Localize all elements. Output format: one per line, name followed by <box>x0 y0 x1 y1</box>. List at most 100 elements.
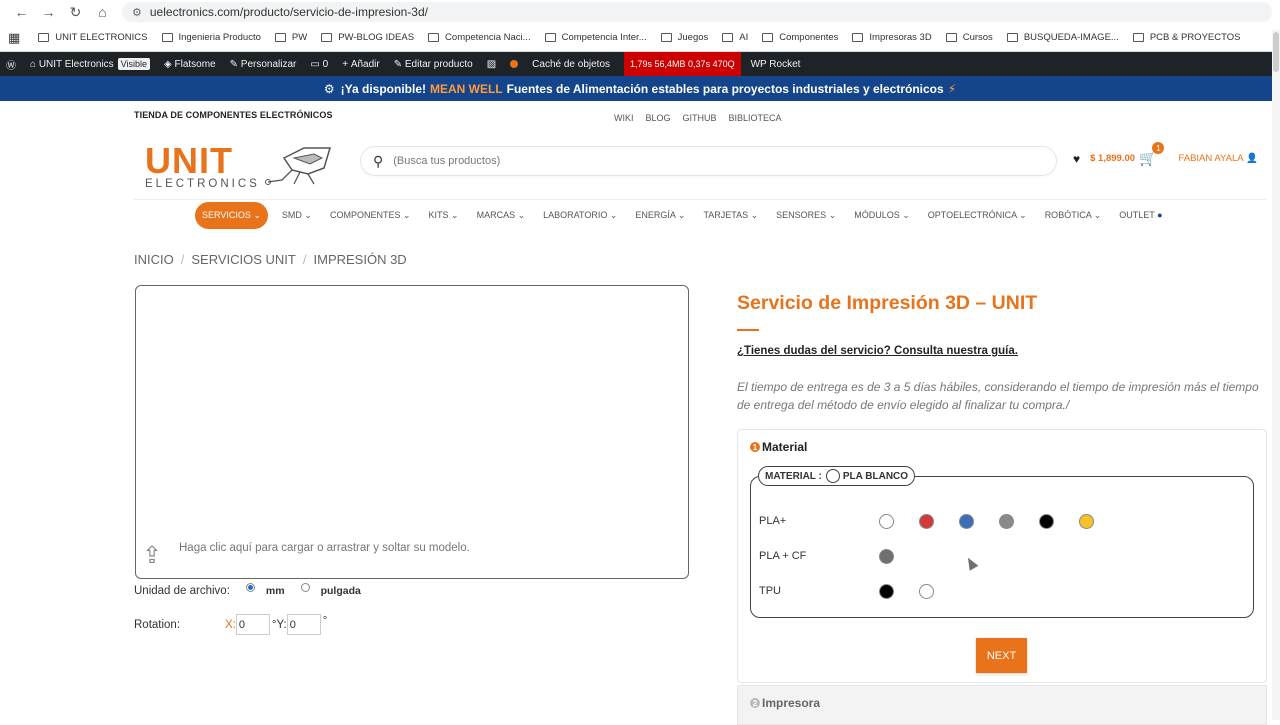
nav-item[interactable]: LABORATORIO ⌄ <box>543 210 617 221</box>
unit-inch-radio[interactable] <box>300 582 310 592</box>
back-icon[interactable]: ← <box>8 4 35 20</box>
bookmark-item[interactable]: Competencia Naci... <box>428 32 531 43</box>
edit-product-item[interactable]: ✎ Editar producto <box>394 59 473 70</box>
step-material-header[interactable]: 1 Material <box>750 440 807 454</box>
apps-icon[interactable]: ▦ <box>8 30 20 46</box>
rotation-y-input[interactable]: 0 <box>286 614 321 635</box>
upload-instructions: Haga clic aquí para cargar o arrastrar y… <box>179 542 470 554</box>
promo-banner[interactable]: ⚙ ¡Ya disponible! MEAN WELL Fuentes de A… <box>0 76 1280 101</box>
nav-item[interactable]: OPTOELECTRÓNICA ⌄ <box>928 210 1027 221</box>
bookmark-item[interactable]: Competencia Inter... <box>544 32 647 43</box>
step-printer-header[interactable]: 2 Impresora <box>750 696 820 710</box>
bookmark-item[interactable]: Impresoras 3D <box>852 32 932 43</box>
bookmark-item[interactable]: PW-BLOG IDEAS <box>321 32 414 43</box>
color-swatch[interactable] <box>879 549 894 564</box>
nav-item[interactable]: MÓDULOS ⌄ <box>854 210 910 221</box>
unit-inch-label: pulgada <box>320 585 361 597</box>
bookmark-item[interactable]: BUSQUEDA-IMAGE... <box>1006 32 1119 43</box>
object-cache-item[interactable]: Caché de objetos <box>532 59 610 70</box>
cart-total[interactable]: $ 1,899.00 <box>1090 153 1135 164</box>
color-swatch[interactable] <box>919 514 934 529</box>
color-swatch[interactable] <box>1039 514 1054 529</box>
wishlist-heart-icon[interactable]: ♥ <box>1073 152 1080 166</box>
forward-icon[interactable]: → <box>35 4 62 20</box>
nav-item[interactable]: COMPONENTES ⌄ <box>330 210 411 221</box>
page-scrollbar[interactable] <box>1272 30 1280 720</box>
site-name-item[interactable]: ⌂ UNIT Electronics Visible <box>30 58 151 70</box>
bookmark-item[interactable]: Cursos <box>945 32 993 43</box>
nav-item[interactable]: SMD ⌄ <box>282 210 312 221</box>
top-link-wiki[interactable]: WIKI <box>614 113 634 123</box>
color-swatch[interactable] <box>879 584 894 599</box>
service-guide-link[interactable]: ¿Tienes dudas del servicio? Consulta nue… <box>737 345 1018 357</box>
nav-item[interactable]: OUTLET ● <box>1119 210 1162 220</box>
bookmark-item[interactable]: Ingenieria Producto <box>161 32 261 43</box>
bookmark-item[interactable]: PW <box>274 32 307 43</box>
nav-item[interactable]: SENSORES ⌄ <box>776 210 836 221</box>
bookmark-item[interactable]: PCB & PROYECTOS <box>1132 32 1240 43</box>
nav-item[interactable]: TARJETAS ⌄ <box>703 210 758 221</box>
model-upload-dropzone[interactable]: ⇪ Haga clic aquí para cargar o arrastrar… <box>135 285 689 579</box>
rotation-degree-symbol: ° <box>322 614 328 627</box>
color-swatch[interactable] <box>959 514 974 529</box>
material-fieldset: PLA+ PLA + CF TPU <box>750 476 1254 618</box>
bolt-icon: ⚡ <box>947 81 957 96</box>
yoast-icon[interactable]: ▨ <box>487 59 496 70</box>
rotation-x-input[interactable]: 0 <box>235 614 270 635</box>
material-row-label: PLA+ <box>759 515 787 527</box>
chevron-down-icon: ⌄ <box>1016 209 1027 220</box>
folder-icon <box>274 33 286 42</box>
next-button[interactable]: NEXT <box>976 638 1027 673</box>
nav-item[interactable]: MARCAS ⌄ <box>477 210 526 221</box>
upload-icon[interactable]: ⇪ <box>142 541 162 570</box>
nav-item[interactable]: ROBÓTICA ⌄ <box>1045 210 1102 221</box>
flatsome-item[interactable]: ◈ Flatsome <box>164 59 216 70</box>
search-bar[interactable]: ⚲ (Busca tus productos) <box>360 146 1057 176</box>
top-link-github[interactable]: GITHUB <box>683 113 717 123</box>
query-monitor-stats[interactable]: 1,79s 56,4MB 0,37s 470Q <box>624 52 741 76</box>
account-link[interactable]: FABIAN AYALA 👤 <box>1178 153 1258 164</box>
rotation-y-label: °Y: <box>271 618 287 631</box>
folder-icon <box>544 33 556 42</box>
color-swatch[interactable] <box>999 514 1014 529</box>
add-new-item[interactable]: + Añadir <box>342 59 380 70</box>
color-swatch[interactable] <box>919 584 934 599</box>
bookmark-item[interactable]: AI <box>722 32 748 43</box>
cart-icon[interactable]: 🛒 1 <box>1139 142 1165 167</box>
search-icon[interactable]: ⚲ <box>373 153 383 170</box>
step-printer-panel[interactable]: 2 Impresora <box>737 685 1267 725</box>
main-navigation: SERVICIOS ⌄ SMD ⌄ COMPONENTES ⌄ KITS ⌄ MARCA… <box>195 200 1181 230</box>
user-icon: 👤 <box>1246 153 1259 164</box>
color-swatch[interactable] <box>879 514 894 529</box>
bookmark-item[interactable]: UNIT ELECTRONICS <box>38 32 148 43</box>
nav-item[interactable]: SERVICIOS ⌄ <box>195 201 268 229</box>
nav-item[interactable]: ENERGÍA ⌄ <box>635 210 685 221</box>
site-logo[interactable]: UNIT ELECTRONICS <box>145 140 338 190</box>
breadcrumb: INICIO / SERVICIOS UNIT / IMPRESIÓN 3D <box>134 252 407 267</box>
bookmark-item[interactable]: Componentes <box>762 32 838 43</box>
comments-item[interactable]: ▭ 0 <box>310 59 328 70</box>
color-swatch[interactable] <box>1079 514 1094 529</box>
home-icon[interactable]: ⌂ <box>89 4 116 20</box>
file-unit-selector: Unidad de archivo: mm pulgada <box>134 582 361 597</box>
chevron-down-icon: ⌄ <box>675 209 686 220</box>
step-material-title: Material <box>762 440 808 454</box>
chevron-down-icon: ⌄ <box>1091 209 1102 220</box>
nav-item[interactable]: KITS ⌄ <box>429 210 459 221</box>
unit-mm-radio[interactable] <box>245 582 255 592</box>
site-info-icon[interactable]: ⚙ <box>132 6 142 19</box>
wordpress-icon[interactable]: Ⓦ <box>6 57 16 72</box>
bookmark-item[interactable]: Juegos <box>660 32 708 43</box>
chevron-down-icon: ⌄ <box>899 209 910 220</box>
breadcrumb-item[interactable]: INICIO <box>134 252 174 267</box>
rotation-label: Rotation: <box>134 618 181 631</box>
customize-item[interactable]: ✎ Personalizar <box>230 59 297 70</box>
wp-rocket-item[interactable]: WP Rocket <box>751 59 801 70</box>
address-bar[interactable]: ⚙ uelectronics.com/producto/servicio-de-… <box>122 2 1272 22</box>
logo-unit-text: UNIT <box>145 140 233 181</box>
top-link-biblioteca[interactable]: BIBLIOTECA <box>729 113 782 123</box>
reload-icon[interactable]: ↻ <box>62 4 89 21</box>
search-input[interactable]: (Busca tus productos) <box>393 155 500 167</box>
top-link-blog[interactable]: BLOG <box>646 113 671 123</box>
breadcrumb-item[interactable]: SERVICIOS UNIT <box>191 252 296 267</box>
